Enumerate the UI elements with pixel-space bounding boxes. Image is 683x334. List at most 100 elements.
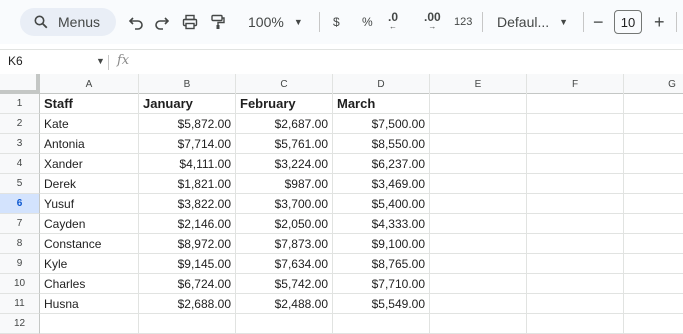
cell-c10[interactable]: $5,742.00 — [236, 274, 333, 294]
undo-button[interactable] — [124, 10, 148, 34]
cell-a3[interactable]: Antonia — [40, 134, 139, 154]
cell-e12[interactable] — [430, 314, 527, 334]
cell-b4[interactable]: $4,111.00 — [139, 154, 236, 174]
cell-b10[interactable]: $6,724.00 — [139, 274, 236, 294]
cell-c9[interactable]: $7,634.00 — [236, 254, 333, 274]
cell-f9[interactable] — [527, 254, 624, 274]
cell-b11[interactable]: $2,688.00 — [139, 294, 236, 314]
cell-a8[interactable]: Constance — [40, 234, 139, 254]
cell-d6[interactable]: $5,400.00 — [333, 194, 430, 214]
column-header-f[interactable]: F — [527, 74, 624, 94]
cell-d5[interactable]: $3,469.00 — [333, 174, 430, 194]
cell-g11[interactable] — [624, 294, 683, 314]
cell-d11[interactable]: $5,549.00 — [333, 294, 430, 314]
cell-c4[interactable]: $3,224.00 — [236, 154, 333, 174]
column-header-e[interactable]: E — [430, 74, 527, 94]
cell-b3[interactable]: $7,714.00 — [139, 134, 236, 154]
cell-c6[interactable]: $3,700.00 — [236, 194, 333, 214]
chevron-down-icon[interactable]: ▼ — [96, 56, 105, 66]
cell-e7[interactable] — [430, 214, 527, 234]
cell-a7[interactable]: Cayden — [40, 214, 139, 234]
cell-f7[interactable] — [527, 214, 624, 234]
row-header-6[interactable]: 6 — [0, 194, 40, 214]
redo-button[interactable] — [150, 10, 174, 34]
cell-g4[interactable] — [624, 154, 683, 174]
cell-a4[interactable]: Xander — [40, 154, 139, 174]
font-select[interactable]: Defaul... ▼ — [497, 10, 568, 34]
cell-f8[interactable] — [527, 234, 624, 254]
row-header-5[interactable]: 5 — [0, 174, 40, 194]
more-formats-button[interactable]: 123 — [454, 10, 472, 34]
cell-d7[interactable]: $4,333.00 — [333, 214, 430, 234]
cell-b1[interactable]: January — [139, 94, 236, 114]
row-header-7[interactable]: 7 — [0, 214, 40, 234]
row-header-4[interactable]: 4 — [0, 154, 40, 174]
decrease-font-size-button[interactable]: − — [593, 10, 604, 34]
cell-e4[interactable] — [430, 154, 527, 174]
cell-g9[interactable] — [624, 254, 683, 274]
cell-f1[interactable] — [527, 94, 624, 114]
cell-d8[interactable]: $9,100.00 — [333, 234, 430, 254]
cell-d2[interactable]: $7,500.00 — [333, 114, 430, 134]
cell-g3[interactable] — [624, 134, 683, 154]
cell-e8[interactable] — [430, 234, 527, 254]
cell-d1[interactable]: March — [333, 94, 430, 114]
select-all-corner[interactable] — [0, 74, 40, 94]
zoom-select[interactable]: 100% ▼ — [248, 10, 303, 34]
cell-f4[interactable] — [527, 154, 624, 174]
cell-c3[interactable]: $5,761.00 — [236, 134, 333, 154]
column-header-g[interactable]: G — [624, 74, 683, 94]
cell-a5[interactable]: Derek — [40, 174, 139, 194]
cell-a9[interactable]: Kyle — [40, 254, 139, 274]
row-header-9[interactable]: 9 — [0, 254, 40, 274]
cell-b2[interactable]: $5,872.00 — [139, 114, 236, 134]
row-header-10[interactable]: 10 — [0, 274, 40, 294]
cell-g2[interactable] — [624, 114, 683, 134]
cell-b8[interactable]: $8,972.00 — [139, 234, 236, 254]
cell-c2[interactable]: $2,687.00 — [236, 114, 333, 134]
cell-c7[interactable]: $2,050.00 — [236, 214, 333, 234]
cell-f12[interactable] — [527, 314, 624, 334]
increase-font-size-button[interactable]: + — [654, 10, 665, 34]
cell-e2[interactable] — [430, 114, 527, 134]
cell-c12[interactable] — [236, 314, 333, 334]
cell-f3[interactable] — [527, 134, 624, 154]
cell-a11[interactable]: Husna — [40, 294, 139, 314]
cell-g7[interactable] — [624, 214, 683, 234]
cell-a2[interactable]: Kate — [40, 114, 139, 134]
cell-f11[interactable] — [527, 294, 624, 314]
menus-button[interactable]: Menus — [20, 8, 116, 36]
cell-g6[interactable] — [624, 194, 683, 214]
cell-c8[interactable]: $7,873.00 — [236, 234, 333, 254]
row-header-3[interactable]: 3 — [0, 134, 40, 154]
decrease-decimal-button[interactable]: .0 ← — [388, 10, 398, 34]
cell-c11[interactable]: $2,488.00 — [236, 294, 333, 314]
percent-button[interactable]: % — [362, 10, 373, 34]
cell-e3[interactable] — [430, 134, 527, 154]
cell-a10[interactable]: Charles — [40, 274, 139, 294]
column-header-d[interactable]: D — [333, 74, 430, 94]
cell-d10[interactable]: $7,710.00 — [333, 274, 430, 294]
row-header-8[interactable]: 8 — [0, 234, 40, 254]
cell-e5[interactable] — [430, 174, 527, 194]
row-header-12[interactable]: 12 — [0, 314, 40, 334]
cell-g12[interactable] — [624, 314, 683, 334]
print-button[interactable] — [178, 10, 202, 34]
cell-g10[interactable] — [624, 274, 683, 294]
font-size-input[interactable]: 10 — [614, 10, 642, 34]
name-box[interactable]: K6 — [8, 54, 23, 68]
cell-b5[interactable]: $1,821.00 — [139, 174, 236, 194]
cell-e11[interactable] — [430, 294, 527, 314]
cell-a1[interactable]: Staff — [40, 94, 139, 114]
cell-c1[interactable]: February — [236, 94, 333, 114]
cell-g8[interactable] — [624, 234, 683, 254]
currency-button[interactable]: $ — [333, 10, 340, 34]
cell-f5[interactable] — [527, 174, 624, 194]
cell-a6[interactable]: Yusuf — [40, 194, 139, 214]
cell-c5[interactable]: $987.00 — [236, 174, 333, 194]
cell-b12[interactable] — [139, 314, 236, 334]
cell-d3[interactable]: $8,550.00 — [333, 134, 430, 154]
cell-d9[interactable]: $8,765.00 — [333, 254, 430, 274]
cell-e6[interactable] — [430, 194, 527, 214]
column-header-c[interactable]: C — [236, 74, 333, 94]
